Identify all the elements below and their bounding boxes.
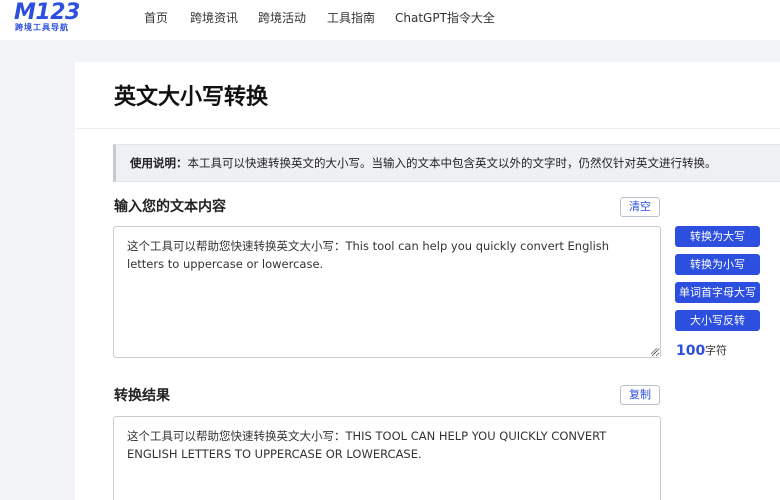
output-section-title: 转换结果 — [114, 388, 170, 404]
page-title: 英文大小写转换 — [114, 85, 269, 110]
nav-item-chatgpt-prompts[interactable]: ChatGPT指令大全 — [395, 11, 495, 25]
top-navigation-bar: M123 跨境工具导航 首页 跨境资讯 跨境活动 工具指南 ChatGPT指令大… — [0, 0, 780, 40]
resize-grip-icon[interactable] — [650, 347, 658, 355]
character-count: 100 — [676, 343, 706, 359]
nav-item-news[interactable]: 跨境资讯 — [190, 11, 238, 25]
character-count-unit: 字符 — [705, 344, 727, 357]
logo-tagline: 跨境工具导航 — [15, 23, 69, 32]
to-uppercase-button[interactable]: 转换为大写 — [675, 226, 760, 247]
nav-item-home[interactable]: 首页 — [144, 11, 168, 25]
logo-mark: M123 — [14, 0, 80, 25]
tool-card: 英文大小写转换 使用说明：本工具可以快速转换英文的大小写。当输入的文本中包含英文… — [75, 62, 780, 500]
swap-case-button[interactable]: 大小写反转 — [675, 310, 760, 331]
nav-item-events[interactable]: 跨境活动 — [258, 11, 306, 25]
capitalize-words-button[interactable]: 单词首字母大写 — [675, 282, 760, 303]
copy-button[interactable]: 复制 — [620, 385, 660, 405]
site-logo[interactable]: M123 跨境工具导航 — [14, 0, 80, 34]
input-section-title: 输入您的文本内容 — [114, 199, 226, 215]
usage-notice-label: 使用说明： — [130, 156, 188, 170]
usage-notice: 使用说明：本工具可以快速转换英文的大小写。当输入的文本中包含英文以外的文字时，仍… — [113, 144, 780, 182]
result-output-value: 这个工具可以帮助您快速转换英文大小写：THIS TOOL CAN HELP YO… — [127, 429, 607, 461]
text-input-value: 这个工具可以帮助您快速转换英文大小写：This tool can help yo… — [127, 239, 610, 271]
text-input-area[interactable]: 这个工具可以帮助您快速转换英文大小写：This tool can help yo… — [113, 226, 661, 358]
clear-button[interactable]: 清空 — [620, 197, 660, 217]
to-lowercase-button[interactable]: 转换为小写 — [675, 254, 760, 275]
usage-notice-text: 本工具可以快速转换英文的大小写。当输入的文本中包含英文以外的文字时，仍然仅针对英… — [187, 156, 717, 170]
title-divider — [75, 128, 780, 129]
result-output-area[interactable]: 这个工具可以帮助您快速转换英文大小写：THIS TOOL CAN HELP YO… — [113, 416, 661, 500]
nav-item-tool-guide[interactable]: 工具指南 — [327, 11, 375, 25]
